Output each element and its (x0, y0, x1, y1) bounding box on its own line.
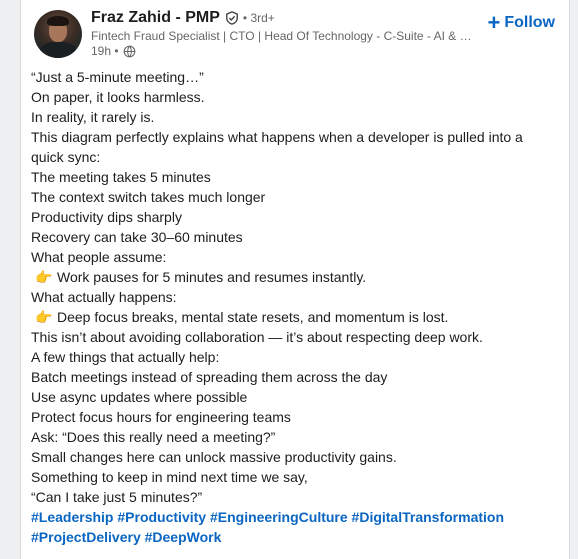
post-line: “Can I take just 5 minutes?” (31, 489, 203, 505)
post-line: This diagram perfectly explains what hap… (31, 129, 523, 145)
post-line: On paper, it looks harmless. (31, 89, 205, 105)
globe-icon (123, 45, 135, 57)
hashtag-deep-work[interactable]: #DeepWork (145, 529, 222, 545)
post-line: 👉 Work pauses for 5 minutes and resumes i… (31, 267, 561, 287)
post-line: Use async updates where possible (31, 389, 248, 405)
hashtag-productivity[interactable]: #Productivity (117, 509, 206, 525)
hashtag-leadership[interactable]: #Leadership (31, 509, 113, 525)
post-line: A few things that actually help: (31, 349, 220, 365)
post-time: 19h • (91, 44, 119, 58)
hashtag-row: #ProjectDelivery #DeepWork (31, 527, 561, 547)
hashtag-digital-transformation[interactable]: #DigitalTransformation (352, 509, 504, 525)
post-line: In reality, it rarely is. (31, 109, 155, 125)
post-line: Batch meetings instead of spreading them… (31, 369, 388, 385)
post-line: Ask: “Does this really need a meeting?” (31, 429, 276, 445)
post-line: What people assume: (31, 249, 167, 265)
hashtag-engineering-culture[interactable]: #EngineeringCulture (210, 509, 348, 525)
hashtag-project-delivery[interactable]: #ProjectDelivery (31, 529, 141, 545)
reality-text: Deep focus breaks, mental state resets, … (57, 309, 449, 325)
plus-icon: + (487, 10, 501, 35)
author-name-row: Fraz Zahid - PMP • 3rd+ (91, 9, 275, 27)
author-headline: Fintech Fraud Specialist | CTO | Head Of… (91, 29, 473, 43)
post-line: The meeting takes 5 minutes (31, 169, 211, 185)
avatar-shirt (40, 42, 76, 58)
post-line: Recovery can take 30–60 minutes (31, 229, 243, 245)
post-header: Fraz Zahid - PMP • 3rd+ Fintech Fraud Sp… (21, 0, 569, 66)
shield-check-icon (225, 11, 238, 25)
author-name[interactable]: Fraz Zahid - PMP (91, 9, 220, 27)
post-line: What actually happens: (31, 289, 177, 305)
post-line: 👉 Deep focus breaks, mental state resets,… (31, 307, 561, 327)
hashtag-row: #Leadership #Productivity #EngineeringCu… (31, 507, 561, 527)
post-line: Small changes here can unlock massive pr… (31, 449, 397, 465)
post-line: “Just a 5-minute meeting…” (31, 69, 204, 85)
post-line: This isn’t about avoiding collaboration … (31, 329, 483, 345)
post-body: “Just a 5-minute meeting…” On paper, it … (31, 67, 561, 547)
follow-label: Follow (504, 14, 555, 31)
follow-button[interactable]: + Follow (487, 12, 555, 34)
post-line: Something to keep in mind next time we s… (31, 469, 308, 485)
author-avatar[interactable] (34, 10, 82, 58)
connection-degree: • 3rd+ (242, 11, 275, 25)
post-line: quick sync: (31, 149, 101, 165)
avatar-hair (47, 16, 69, 26)
post-meta: 19h • (91, 44, 136, 58)
post-line: Productivity dips sharply (31, 209, 182, 225)
pointing-hand-icon: 👉 (35, 269, 53, 285)
assumption-text: Work pauses for 5 minutes and resumes in… (57, 269, 367, 285)
pointing-hand-icon: 👉 (35, 309, 53, 325)
post-card: Fraz Zahid - PMP • 3rd+ Fintech Fraud Sp… (20, 0, 570, 559)
post-line: The context switch takes much longer (31, 189, 266, 205)
post-line: Protect focus hours for engineering team… (31, 409, 291, 425)
